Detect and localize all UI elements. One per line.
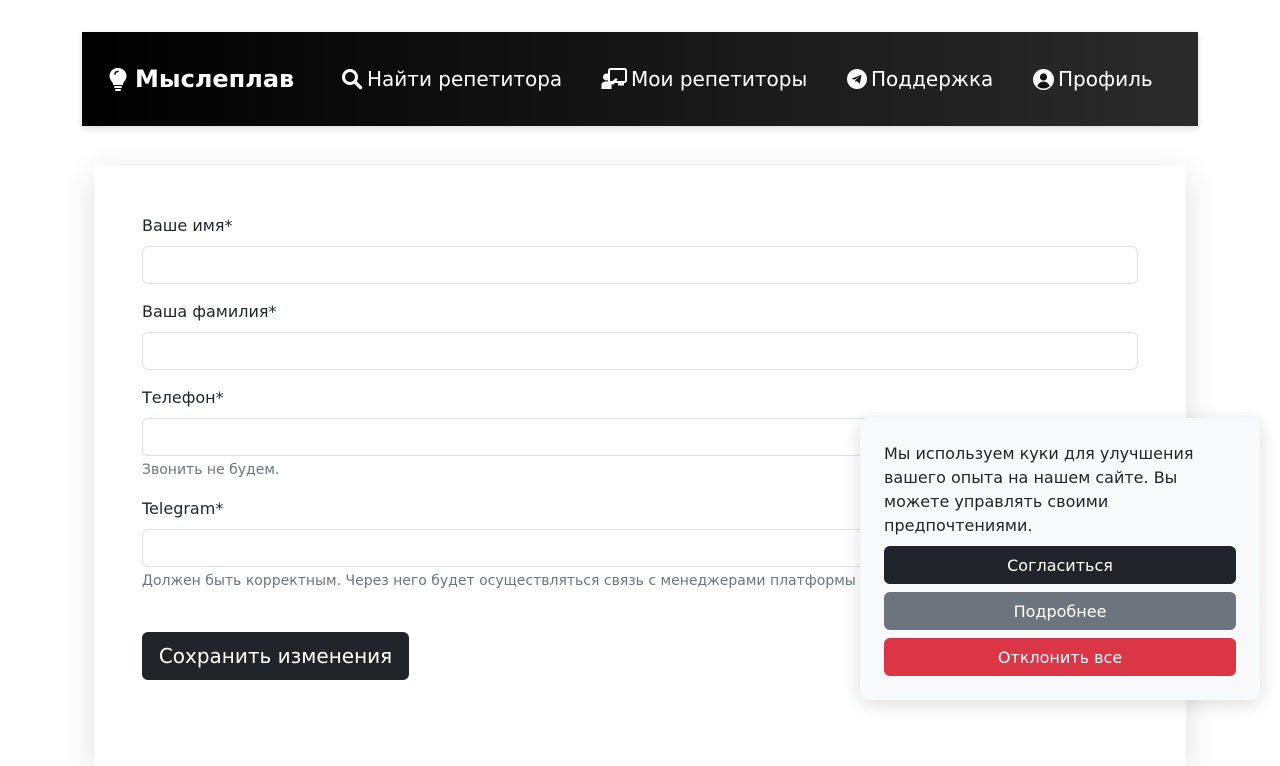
search-icon xyxy=(341,68,363,90)
last-name-label: Ваша фамилия* xyxy=(142,302,277,321)
first-name-label: Ваше имя* xyxy=(142,216,233,235)
brand-link[interactable]: Мыслеплав xyxy=(108,32,294,126)
telegram-label: Telegram* xyxy=(142,499,224,518)
nav-profile[interactable]: Профиль xyxy=(1033,32,1153,126)
cookie-consent-banner: Мы используем куки для улучшения вашего … xyxy=(860,418,1260,700)
phone-help-text: Звонить не будем. xyxy=(142,462,280,478)
decline-all-cookies-button[interactable]: Отклонить все xyxy=(884,638,1236,676)
nav-find-tutor-label: Найти репетитора xyxy=(367,67,563,91)
nav-my-tutors[interactable]: Мои репетиторы xyxy=(601,32,807,126)
navbar: Мыслеплав Найти репетитора Мои репетитор… xyxy=(82,32,1198,126)
nav-my-tutors-label: Мои репетиторы xyxy=(631,67,808,91)
user-circle-icon xyxy=(1033,68,1054,90)
lightbulb-icon xyxy=(108,67,128,91)
save-changes-button[interactable]: Сохранить изменения xyxy=(142,632,409,680)
brand-name: Мыслеплав xyxy=(135,65,295,93)
nav-support[interactable]: Поддержка xyxy=(847,32,993,126)
cookie-consent-text: Мы используем куки для улучшения вашего … xyxy=(884,444,1194,535)
telegram-icon xyxy=(847,69,867,89)
nav-profile-label: Профиль xyxy=(1058,67,1153,91)
first-name-input[interactable] xyxy=(142,246,1138,284)
cookie-details-button[interactable]: Подробнее xyxy=(884,592,1236,630)
last-name-input[interactable] xyxy=(142,332,1138,370)
phone-label: Телефон* xyxy=(142,388,224,407)
accept-cookies-button[interactable]: Согласиться xyxy=(884,546,1236,584)
nav-support-label: Поддержка xyxy=(871,67,994,91)
teacher-icon xyxy=(601,68,627,90)
telegram-help-text: Должен быть корректным. Через него будет… xyxy=(142,573,856,589)
nav-find-tutor[interactable]: Найти репетитора xyxy=(341,32,562,126)
